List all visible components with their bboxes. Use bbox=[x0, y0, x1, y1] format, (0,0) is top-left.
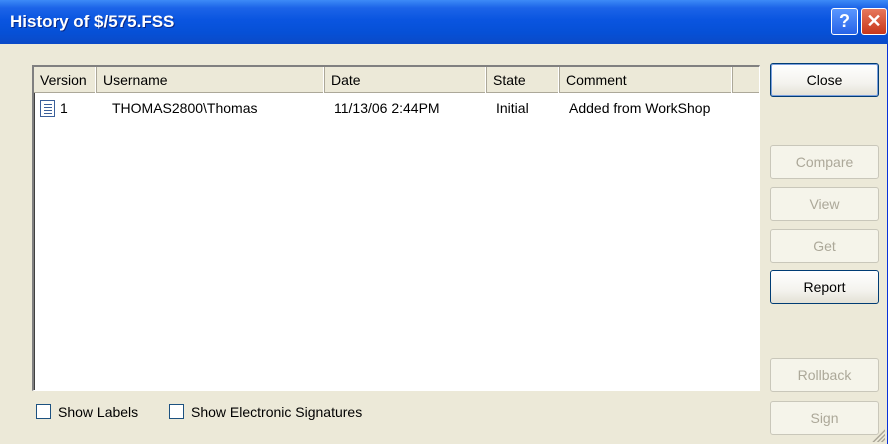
cell-date: 11/13/06 2:44PM bbox=[334, 100, 440, 116]
column-header-comment[interactable]: Comment bbox=[560, 67, 733, 93]
close-window-button[interactable]: ✕ bbox=[861, 8, 887, 35]
history-dialog: History of $/575.FSS ? ✕ Version Usernam… bbox=[0, 0, 888, 444]
table-row[interactable]: 1 THOMAS2800\Thomas 11/13/06 2:44PM Init… bbox=[34, 97, 758, 119]
document-icon bbox=[40, 100, 55, 117]
column-header-state[interactable]: State bbox=[487, 67, 560, 93]
history-list[interactable]: Version Username Date State Comment 1 TH… bbox=[32, 65, 760, 391]
show-labels-checkbox[interactable] bbox=[36, 404, 51, 419]
cell-comment: Added from WorkShop bbox=[569, 100, 711, 116]
view-button[interactable]: View bbox=[770, 187, 879, 221]
close-button[interactable]: Close bbox=[770, 63, 879, 97]
list-header: Version Username Date State Comment bbox=[34, 67, 759, 93]
show-labels-option[interactable]: Show Labels bbox=[36, 402, 166, 422]
column-header-filler bbox=[733, 67, 759, 93]
show-signatures-option[interactable]: Show Electronic Signatures bbox=[169, 402, 409, 422]
compare-button[interactable]: Compare bbox=[770, 145, 879, 179]
cell-version: 1 bbox=[60, 100, 68, 116]
title-bar[interactable]: History of $/575.FSS ? ✕ bbox=[0, 0, 888, 44]
cell-username: THOMAS2800\Thomas bbox=[112, 100, 258, 116]
show-signatures-checkbox[interactable] bbox=[169, 404, 184, 419]
report-button[interactable]: Report bbox=[770, 270, 879, 304]
help-button[interactable]: ? bbox=[831, 8, 858, 35]
get-button[interactable]: Get bbox=[770, 229, 879, 263]
resize-grip[interactable] bbox=[871, 428, 885, 442]
column-header-version[interactable]: Version bbox=[34, 67, 97, 93]
show-labels-label[interactable]: Show Labels bbox=[58, 402, 138, 422]
sign-button[interactable]: Sign bbox=[770, 401, 879, 435]
cell-state: Initial bbox=[496, 100, 529, 116]
window-title: History of $/575.FSS bbox=[10, 12, 175, 31]
column-header-date[interactable]: Date bbox=[325, 67, 487, 93]
column-header-username[interactable]: Username bbox=[97, 67, 325, 93]
show-signatures-label[interactable]: Show Electronic Signatures bbox=[191, 402, 362, 422]
rollback-button[interactable]: Rollback bbox=[770, 358, 879, 392]
